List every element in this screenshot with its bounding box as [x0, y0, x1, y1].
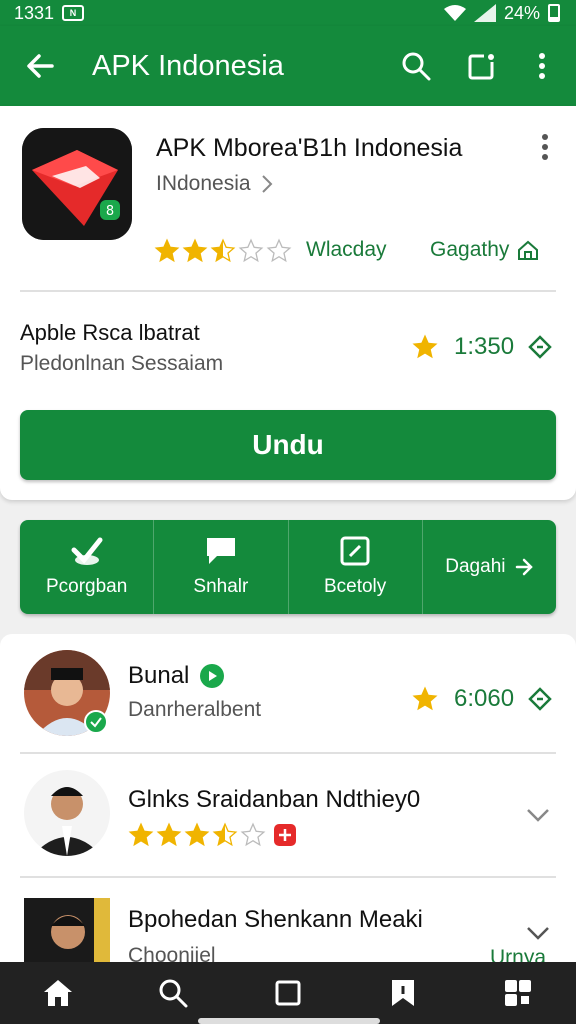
more-options-button[interactable] — [522, 46, 562, 86]
star-icon — [184, 822, 210, 847]
action-label: Bcetoly — [323, 576, 387, 597]
list-item[interactable]: Bpohedan Shenkann Meaki Choonijel Urnya — [0, 878, 576, 964]
apps-icon — [505, 980, 532, 1006]
list-item[interactable]: Bunal Danrheralbent 6:060 — [0, 634, 576, 754]
star-icon — [266, 238, 292, 263]
nav-square[interactable] — [268, 973, 308, 1013]
link-wlacday[interactable]: Wlacday — [306, 238, 387, 262]
share-window-icon — [468, 53, 495, 80]
arrow-right-icon — [516, 558, 534, 576]
list-item-rating: 6:060 — [410, 684, 552, 714]
list-item-rating-value: 6:060 — [454, 685, 515, 712]
list-card: Bunal Danrheralbent 6:060 Glnks Sraidanb… — [0, 634, 576, 964]
chevron-down-icon[interactable] — [524, 918, 552, 946]
list-item-title: Bpohedan Shenkann Meaki — [128, 906, 423, 933]
action-label: Dagahi — [445, 556, 506, 577]
nav-apps[interactable] — [498, 973, 538, 1013]
battery-icon — [548, 4, 560, 22]
app-logo-icon: 8 — [22, 128, 132, 240]
app-bar: APK Indonesia — [0, 26, 576, 106]
list-item-subtitle: Choonijel — [128, 944, 216, 964]
status-time: 1331 — [14, 2, 55, 23]
star-icon — [212, 822, 238, 847]
list-item-stars-row — [128, 822, 296, 848]
app-name: APK Mborea'B1h Indonesia — [156, 134, 463, 162]
nav-search[interactable] — [153, 973, 193, 1013]
link-gagathy[interactable]: Gagathy — [430, 238, 539, 262]
action-label: Pcorgban — [45, 576, 128, 597]
search-icon — [159, 979, 188, 1008]
more-vert-icon — [539, 53, 545, 79]
app-rating-stars — [154, 238, 292, 264]
share-window-button[interactable] — [462, 46, 502, 86]
publisher-link[interactable]: INdonesia — [156, 172, 273, 196]
battery-percent: 24% — [503, 2, 540, 23]
action-snhalr[interactable]: Snhalr — [154, 520, 289, 614]
svg-text:8: 8 — [106, 204, 114, 219]
chevron-down-icon[interactable] — [524, 800, 552, 828]
red-plus-icon — [274, 824, 296, 846]
star-icon — [156, 822, 182, 847]
verified-badge-icon — [84, 710, 108, 734]
link-wlacday-label: Wlacday — [306, 238, 387, 261]
person-avatar-icon — [24, 898, 110, 964]
star-icon — [154, 238, 180, 263]
action-bar: Pcorgban Snhalr Bcetoly Dagahi — [20, 520, 556, 614]
publisher-name: INdonesia — [156, 172, 251, 195]
list-item[interactable]: Glnks Sraidanban Ndthiey0 — [0, 754, 576, 876]
list-item-title: Bunal — [128, 662, 225, 690]
search-button[interactable] — [396, 46, 436, 86]
list-item-title-text: Bunal — [128, 662, 190, 689]
app-icon[interactable]: 8 — [22, 128, 132, 240]
avatar — [24, 898, 110, 964]
star-icon — [412, 334, 438, 359]
link-gagathy-label: Gagathy — [430, 238, 510, 261]
app-detail-card: 8 APK Mborea'B1h Indonesia INdonesia Wla… — [0, 106, 576, 500]
green-play-icon — [200, 664, 225, 688]
action-pcorgban[interactable]: Pcorgban — [20, 520, 155, 614]
list-item-subtitle: Danrheralbent — [128, 698, 262, 721]
star-icon — [210, 238, 236, 263]
star-icon — [182, 238, 208, 263]
chat-bubble-icon — [206, 538, 235, 564]
star-icon — [412, 686, 438, 711]
card-more-icon[interactable] — [530, 132, 560, 162]
install-button[interactable]: Undu — [20, 410, 556, 480]
divider — [20, 290, 556, 292]
notification-icon: N — [62, 5, 85, 21]
nav-bookmark[interactable] — [383, 973, 423, 1013]
diamond-arrow-icon[interactable] — [528, 687, 552, 711]
star-icon — [240, 822, 266, 847]
info-rating-value: 1:350 — [454, 333, 515, 360]
avatar — [24, 770, 110, 856]
home-outline-icon — [518, 240, 539, 260]
action-label: Snhalr — [193, 576, 249, 597]
star-icon — [128, 822, 154, 847]
info-title: Apble Rsca lbatrat — [20, 320, 200, 345]
edit-square-icon — [340, 536, 370, 566]
signal-icon — [473, 4, 496, 22]
person-avatar-icon — [24, 770, 110, 856]
star-icon — [238, 238, 264, 263]
page-title: APK Indonesia — [92, 50, 284, 82]
home-icon — [43, 980, 72, 1006]
square-icon — [275, 980, 301, 1006]
list-item-stars — [128, 822, 266, 848]
status-bar: 1331 N 24% — [0, 0, 576, 26]
check-hand-icon — [71, 537, 103, 565]
chevron-right-icon — [261, 175, 272, 193]
list-item-title: Glnks Sraidanban Ndthiey0 — [128, 786, 421, 813]
wifi-icon — [443, 5, 466, 21]
info-subtitle: Pledonlnan Sessaiam — [20, 352, 224, 375]
info-rating: 1:350 — [410, 332, 552, 362]
action-dagahi[interactable]: Dagahi — [423, 520, 556, 614]
gesture-bar[interactable] — [198, 1018, 380, 1024]
diamond-arrow-icon[interactable] — [528, 335, 552, 359]
back-arrow-icon[interactable] — [22, 48, 58, 84]
bottom-nav — [0, 962, 576, 1024]
bookmark-icon — [392, 980, 415, 1006]
nav-home[interactable] — [38, 973, 78, 1013]
action-bcetoly[interactable]: Bcetoly — [289, 520, 423, 614]
search-icon — [402, 52, 431, 81]
